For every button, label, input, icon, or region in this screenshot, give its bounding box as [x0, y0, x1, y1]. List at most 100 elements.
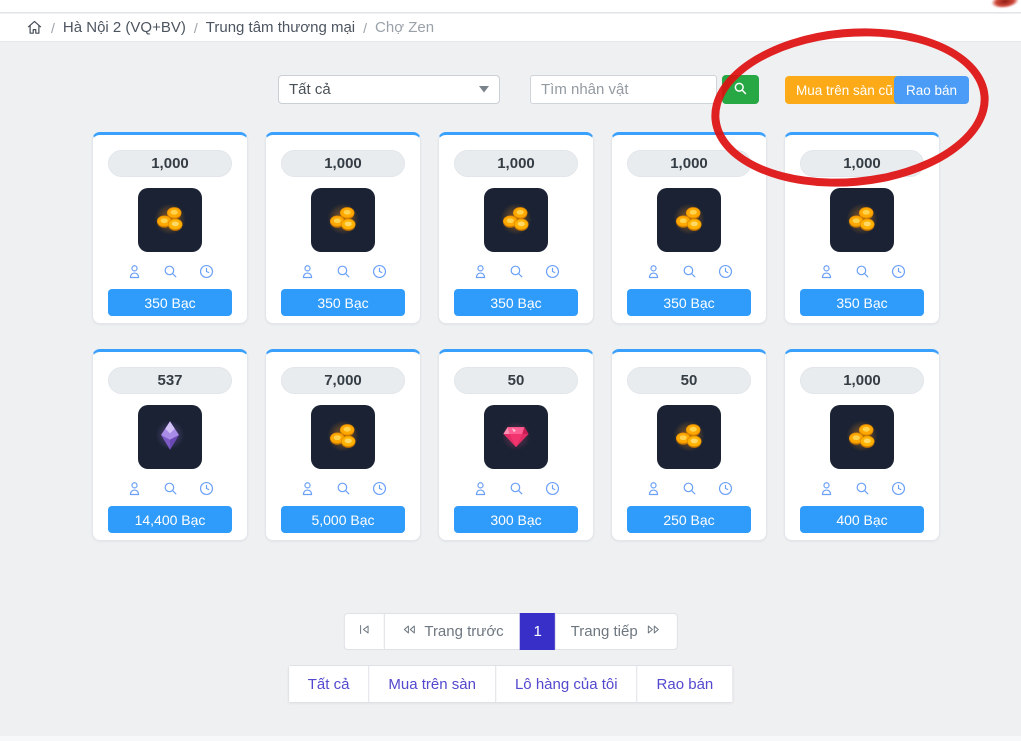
card-actions: [126, 480, 215, 497]
price-button[interactable]: 14,400 Bạc: [108, 506, 232, 533]
next-page-label: Trang tiếp: [571, 623, 638, 640]
inspect-icon[interactable]: [335, 480, 352, 497]
history-icon[interactable]: [371, 480, 388, 497]
seller-icon[interactable]: [818, 263, 835, 280]
pink-gem-icon: [495, 414, 537, 461]
prev-page-button[interactable]: Trang trước: [383, 613, 520, 650]
home-icon[interactable]: [26, 19, 43, 36]
seller-icon[interactable]: [818, 480, 835, 497]
pagination: Trang trước 1 Trang tiếp: [343, 613, 677, 650]
seller-icon[interactable]: [645, 480, 662, 497]
market-card: 1,000 350 Bạc: [784, 132, 940, 324]
item-tile[interactable]: [138, 188, 202, 252]
price-button[interactable]: 350 Bạc: [800, 289, 924, 316]
breadcrumb-item-server[interactable]: Hà Nội 2 (VQ+BV): [63, 19, 186, 36]
first-page-button[interactable]: [343, 613, 384, 650]
seller-icon[interactable]: [299, 263, 316, 280]
item-tile[interactable]: [138, 405, 202, 469]
quantity-badge: 1,000: [627, 150, 751, 177]
search-input[interactable]: [530, 75, 717, 104]
price-button[interactable]: 350 Bạc: [454, 289, 578, 316]
tab-sell[interactable]: Rao bán: [637, 666, 733, 702]
seller-icon[interactable]: [126, 480, 143, 497]
item-tile[interactable]: [484, 188, 548, 252]
search-icon: [733, 81, 748, 99]
inspect-icon[interactable]: [162, 480, 179, 497]
history-icon[interactable]: [890, 480, 907, 497]
seller-icon[interactable]: [645, 263, 662, 280]
quantity-badge: 1,000: [800, 150, 924, 177]
search-button[interactable]: [722, 75, 759, 104]
gold-coins-icon: [322, 197, 364, 244]
history-icon[interactable]: [717, 480, 734, 497]
tab-all[interactable]: Tất cả: [289, 666, 369, 702]
inspect-icon[interactable]: [854, 480, 871, 497]
item-tile[interactable]: [830, 405, 894, 469]
bottom-edge-strip: [0, 736, 1021, 741]
seller-icon[interactable]: [472, 263, 489, 280]
next-page-button[interactable]: Trang tiếp: [555, 613, 678, 650]
zen-market-screen: / Hà Nội 2 (VQ+BV) / Trung tâm thương mạ…: [0, 0, 1021, 741]
card-actions: [472, 480, 561, 497]
price-button[interactable]: 350 Bạc: [108, 289, 232, 316]
item-tile[interactable]: [311, 188, 375, 252]
card-actions: [299, 480, 388, 497]
market-card: 1,000 350 Bạc: [92, 132, 248, 324]
inspect-icon[interactable]: [162, 263, 179, 280]
footer-tabs: Tất cả Mua trên sàn Lô hàng của tôi Rao …: [288, 665, 734, 703]
sell-button[interactable]: Rao bán: [894, 76, 969, 104]
card-actions: [818, 263, 907, 280]
double-chevron-left-icon: [400, 622, 417, 641]
gold-coins-icon: [668, 414, 710, 461]
history-icon[interactable]: [890, 263, 907, 280]
history-icon[interactable]: [717, 263, 734, 280]
quantity-badge: 1,000: [454, 150, 578, 177]
price-button[interactable]: 5,000 Bạc: [281, 506, 405, 533]
price-button[interactable]: 350 Bạc: [627, 289, 751, 316]
quantity-badge: 1,000: [108, 150, 232, 177]
history-icon[interactable]: [544, 480, 561, 497]
item-tile[interactable]: [830, 188, 894, 252]
inspect-icon[interactable]: [508, 480, 525, 497]
breadcrumb-item-zen-market: Chợ Zen: [375, 19, 434, 36]
price-button[interactable]: 300 Bạc: [454, 506, 578, 533]
inspect-icon[interactable]: [335, 263, 352, 280]
card-actions: [645, 263, 734, 280]
market-card: 537 14,400 Bạc: [92, 349, 248, 541]
history-icon[interactable]: [198, 263, 215, 280]
current-page-button[interactable]: 1: [520, 613, 556, 650]
inspect-icon[interactable]: [508, 263, 525, 280]
tab-my-lots[interactable]: Lô hàng của tôi: [495, 666, 637, 702]
tab-buy-on-market[interactable]: Mua trên sàn: [368, 666, 495, 702]
gold-coins-icon: [495, 197, 537, 244]
seller-icon[interactable]: [126, 263, 143, 280]
price-button[interactable]: 400 Bạc: [800, 506, 924, 533]
item-tile[interactable]: [484, 405, 548, 469]
inspect-icon[interactable]: [854, 263, 871, 280]
market-card: 1,000 350 Bạc: [265, 132, 421, 324]
seller-icon[interactable]: [299, 480, 316, 497]
breadcrumb-item-trade-center[interactable]: Trung tâm thương mại: [206, 19, 355, 36]
item-tile[interactable]: [657, 405, 721, 469]
price-button[interactable]: 250 Bạc: [627, 506, 751, 533]
item-tile[interactable]: [311, 405, 375, 469]
quantity-badge: 1,000: [800, 367, 924, 394]
breadcrumb-separator: /: [194, 20, 198, 36]
market-card: 1,000 350 Bạc: [611, 132, 767, 324]
inspect-icon[interactable]: [681, 263, 698, 280]
prev-page-label: Trang trước: [424, 623, 503, 640]
inspect-icon[interactable]: [681, 480, 698, 497]
card-actions: [818, 480, 907, 497]
market-card: 7,000 5,000 Bạc: [265, 349, 421, 541]
double-chevron-right-icon: [645, 622, 662, 641]
item-tile[interactable]: [657, 188, 721, 252]
market-card: 1,000 350 Bạc: [438, 132, 594, 324]
buy-old-market-button[interactable]: Mua trên sàn cũ: [785, 76, 904, 104]
seller-icon[interactable]: [472, 480, 489, 497]
category-select[interactable]: Tất cả: [278, 75, 500, 104]
history-icon[interactable]: [371, 263, 388, 280]
card-actions: [299, 263, 388, 280]
history-icon[interactable]: [198, 480, 215, 497]
history-icon[interactable]: [544, 263, 561, 280]
price-button[interactable]: 350 Bạc: [281, 289, 405, 316]
